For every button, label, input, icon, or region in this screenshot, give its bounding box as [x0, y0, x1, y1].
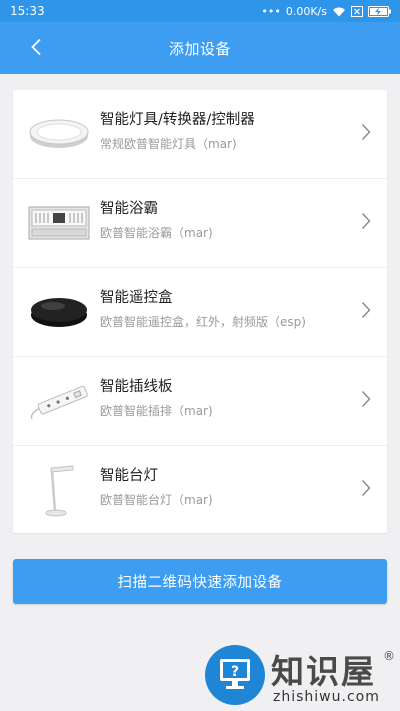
wifi-icon	[332, 6, 346, 17]
device-subtitle: 欧普智能浴霸（mar)	[100, 226, 213, 240]
close-box-icon	[351, 5, 363, 17]
device-subtitle: 常规欧普智能灯具（mar)	[100, 137, 237, 151]
device-row-bath-heater[interactable]: 智能浴霸 欧普智能浴霸（mar)	[13, 179, 387, 268]
watermark-url: zhishiwu.com	[273, 689, 380, 705]
watermark-logo: ? 知识屋 ® zhishiwu.com	[205, 643, 400, 711]
device-title: 智能遥控盒	[100, 290, 173, 306]
chevron-right-icon	[361, 479, 371, 501]
chevron-right-icon	[361, 390, 371, 412]
device-subtitle: 欧普智能台灯（mar)	[100, 493, 213, 507]
device-type-list: 智能灯具/转换器/控制器 常规欧普智能灯具（mar) 智能浴霸 欧普智能浴霸（m…	[13, 90, 387, 533]
remote-box-image	[27, 284, 91, 340]
dots-icon: •••	[261, 4, 281, 18]
back-button[interactable]	[22, 35, 50, 63]
device-subtitle: 欧普智能插排（mar)	[100, 404, 213, 418]
chevron-right-icon	[361, 123, 371, 145]
monitor-question-icon: ?	[205, 645, 265, 705]
power-strip-image	[27, 373, 91, 429]
chevron-left-icon	[30, 38, 42, 60]
device-row-remote-box[interactable]: 智能遥控盒 欧普智能遥控盒，红外，射频版（esp)	[13, 268, 387, 357]
ceiling-light-image	[27, 106, 91, 162]
device-texts: 智能浴霸 欧普智能浴霸（mar)	[100, 199, 213, 242]
bath-heater-image	[27, 195, 91, 251]
device-title: 智能台灯	[100, 468, 158, 484]
device-texts: 智能灯具/转换器/控制器 常规欧普智能灯具（mar)	[100, 110, 255, 153]
device-row-power-strip[interactable]: 智能插线板 欧普智能插排（mar)	[13, 357, 387, 446]
app-header: 添加设备	[0, 22, 400, 74]
scan-qr-button[interactable]: 扫描二维码快速添加设备	[13, 559, 387, 604]
device-subtitle: 欧普智能遥控盒，红外，射频版（esp)	[100, 315, 306, 329]
device-texts: 智能遥控盒 欧普智能遥控盒，红外，射频版（esp)	[100, 288, 306, 331]
svg-text:?: ?	[231, 664, 239, 680]
battery-charging-icon	[368, 5, 392, 17]
registered-mark: ®	[383, 649, 395, 663]
desk-lamp-image	[27, 463, 91, 519]
device-row-light[interactable]: 智能灯具/转换器/控制器 常规欧普智能灯具（mar)	[13, 90, 387, 179]
device-row-desk-lamp[interactable]: 智能台灯 欧普智能台灯（mar)	[13, 446, 387, 535]
device-texts: 智能插线板 欧普智能插排（mar)	[100, 377, 213, 420]
device-texts: 智能台灯 欧普智能台灯（mar)	[100, 466, 213, 509]
status-icons: ••• 0.00K/s	[261, 5, 392, 18]
network-speed: 0.00K/s	[285, 4, 327, 18]
device-title: 智能灯具/转换器/控制器	[100, 112, 255, 128]
page-title: 添加设备	[168, 39, 231, 58]
chevron-right-icon	[361, 301, 371, 323]
chevron-right-icon	[361, 212, 371, 234]
watermark-brand: 知识屋	[271, 652, 376, 691]
status-bar: 15:33 ••• 0.00K/s	[0, 0, 400, 22]
device-title: 智能浴霸	[100, 201, 158, 217]
device-title: 智能插线板	[100, 379, 173, 395]
status-time: 15:33	[10, 4, 45, 18]
